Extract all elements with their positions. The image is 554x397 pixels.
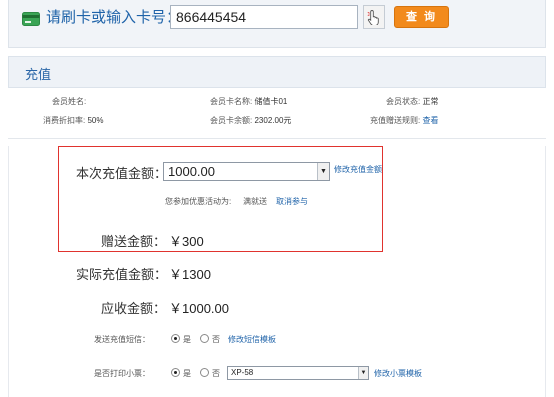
gift-rule-field: 充值赠送规则: 查看	[370, 116, 438, 126]
card-name-value: 储值卡01	[254, 97, 288, 106]
discount-value: 50%	[87, 116, 104, 125]
gift-rule-label: 充值赠送规则:	[370, 116, 421, 125]
card-name-field: 会员卡名称: 储值卡01	[210, 97, 287, 107]
printer-select[interactable]: XP-58 ▼	[227, 366, 369, 380]
section-title: 充值	[25, 67, 52, 82]
query-button[interactable]: 查 询	[394, 6, 449, 28]
gift-rule-link[interactable]: 查看	[422, 116, 438, 125]
balance-value: 2302.00元	[254, 116, 292, 125]
receipt-yes-label: 是	[183, 369, 191, 378]
member-status-label: 会员状态:	[386, 97, 421, 106]
member-status-field: 会员状态: 正常	[386, 97, 438, 107]
receipt-label: 是否打印小票：	[94, 369, 150, 378]
amount-label: 本次充值金额：	[76, 166, 168, 181]
gift-amount-value: ￥300	[169, 234, 204, 249]
sms-no-radio[interactable]	[200, 334, 209, 343]
member-status-value: 正常	[422, 97, 439, 106]
amount-select[interactable]: 1000.00 ▼	[163, 162, 330, 181]
card-prompt-label: 请刷卡或输入卡号：	[46, 9, 182, 26]
balance-field: 会员卡余额: 2302.00元	[210, 116, 291, 126]
receipt-yes-radio[interactable]	[171, 368, 180, 377]
discount-label: 消费折扣率:	[43, 116, 86, 125]
gift-amount-label: 赠送金额：	[101, 234, 167, 249]
receipt-no-label: 否	[212, 369, 220, 378]
sms-no-label: 否	[212, 335, 220, 344]
promo-text: 您参加优惠活动为:	[165, 197, 232, 206]
chevron-down-icon: ▼	[358, 367, 368, 379]
modify-amount-link[interactable]: 修改充值金额	[334, 164, 382, 175]
hand-pointer-icon	[367, 10, 379, 25]
receivable-label: 应收金额：	[101, 301, 167, 316]
cancel-promo-link[interactable]: 取消参与	[276, 196, 308, 207]
sms-yes-label: 是	[183, 335, 191, 344]
actual-amount-label: 实际充值金额：	[76, 267, 168, 282]
balance-label: 会员卡余额:	[210, 116, 253, 125]
card-icon	[22, 12, 40, 26]
member-name-label: 会员姓名:	[52, 97, 87, 106]
promo-name: 满就送	[243, 197, 267, 206]
sms-label: 发送充值短信：	[94, 335, 150, 344]
card-number-input[interactable]: 866445454	[170, 5, 358, 29]
amount-value: 1000.00	[168, 164, 215, 179]
receivable-value: ￥1000.00	[169, 301, 229, 316]
actual-amount-value: ￥1300	[169, 267, 211, 282]
chevron-down-icon: ▼	[317, 163, 329, 180]
member-name-field: 会员姓名:	[52, 97, 86, 107]
sms-template-link[interactable]: 修改短信模板	[228, 334, 276, 345]
discount-field: 消费折扣率: 50%	[43, 116, 103, 126]
receipt-no-radio[interactable]	[200, 368, 209, 377]
swipe-card-button[interactable]	[363, 5, 385, 29]
sms-yes-radio[interactable]	[171, 334, 180, 343]
printer-value: XP-58	[231, 368, 254, 377]
card-name-label: 会员卡名称:	[210, 97, 253, 106]
receipt-template-link[interactable]: 修改小票模板	[374, 368, 422, 379]
section-divider	[8, 138, 546, 139]
section-header: 充值	[8, 56, 546, 88]
